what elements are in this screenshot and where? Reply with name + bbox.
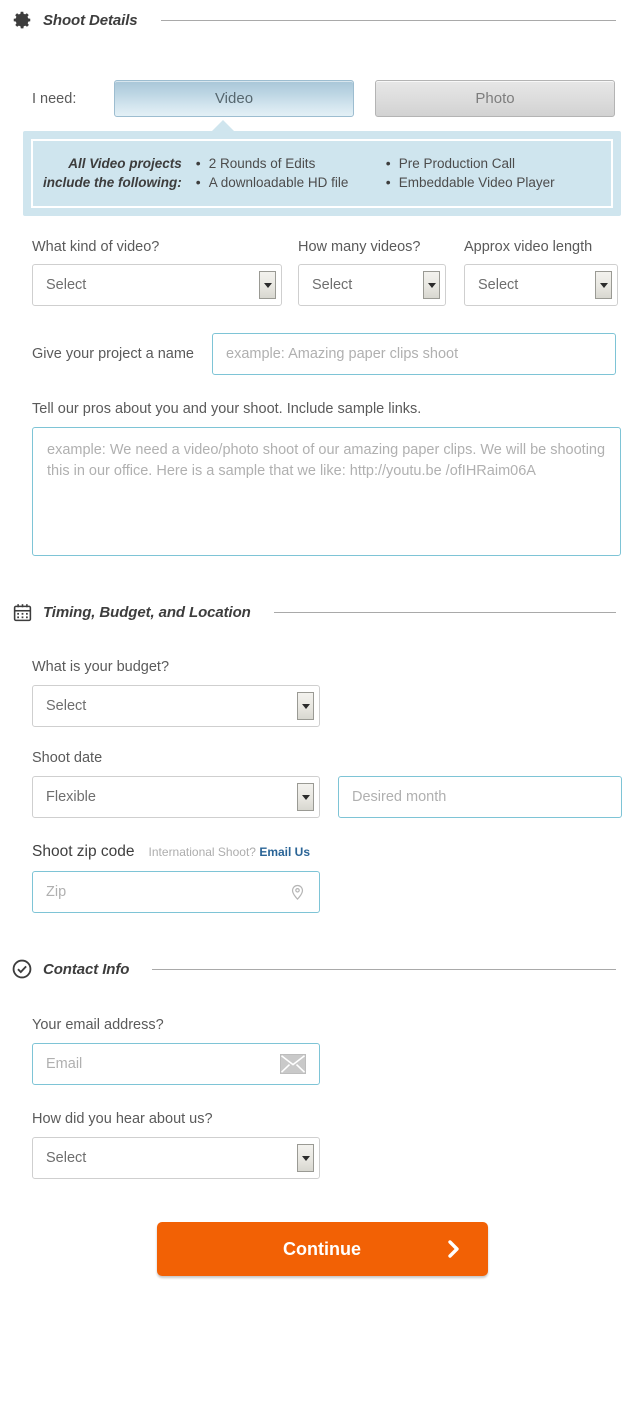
section-divider	[273, 611, 616, 613]
callout-lead-line-1: All Video projects	[68, 156, 182, 171]
section-title: Timing, Budget, and Location	[43, 603, 251, 621]
field-label-email: Your email address?	[32, 1017, 164, 1033]
need-row: I need: Video Photo	[0, 80, 644, 117]
callout-column-1: 2 Rounds of Edits A downloadable HD file	[196, 154, 386, 192]
section-divider	[160, 19, 616, 21]
shoot-date-row: Flexible Desired month	[32, 776, 644, 818]
select-video-kind[interactable]: Select	[32, 264, 282, 306]
continue-button[interactable]: Continue	[156, 1222, 488, 1276]
email-input[interactable]: Email	[32, 1043, 320, 1085]
project-name-placeholder: example: Amazing paper clips shoot	[226, 346, 459, 362]
select-video-count[interactable]: Select	[298, 264, 446, 306]
callout-item: 2 Rounds of Edits	[196, 154, 386, 173]
desired-month-placeholder: Desired month	[352, 789, 447, 805]
project-name-input[interactable]: example: Amazing paper clips shoot	[212, 333, 616, 375]
video-spec-row: What kind of video? Select How many vide…	[0, 239, 644, 306]
select-hear-about-us-value: Select	[46, 1150, 87, 1166]
field-label-budget: What is your budget?	[32, 659, 170, 675]
international-shoot-note: International Shoot? Email Us	[149, 845, 310, 859]
field-label-zip: Shoot zip code	[32, 843, 135, 860]
callout-column-2: Pre Production Call Embeddable Video Pla…	[386, 154, 555, 192]
field-video-count: How many videos? Select	[298, 239, 446, 306]
zip-code-input[interactable]: Zip	[32, 871, 320, 913]
gear-icon	[10, 8, 34, 32]
location-pin-icon	[289, 882, 306, 903]
project-description-textarea[interactable]: example: We need a video/photo shoot of …	[32, 427, 621, 556]
callout-item: Pre Production Call	[386, 154, 555, 173]
section-header-contact: Contact Info	[0, 957, 644, 981]
zip-code-header: Shoot zip code International Shoot? Emai…	[32, 843, 644, 861]
field-label-video-count: How many videos?	[298, 239, 421, 255]
select-budget-value: Select	[46, 698, 87, 714]
need-toggle-video-label: Video	[214, 90, 254, 107]
envelope-icon	[280, 1054, 306, 1074]
field-label-shoot-date: Shoot date	[32, 750, 103, 766]
continue-button-wrap: Continue	[0, 1222, 644, 1276]
chevron-down-icon[interactable]	[297, 783, 314, 811]
timing-fields: What is your budget? Select Shoot date F…	[0, 659, 644, 913]
email-placeholder: Email	[46, 1056, 83, 1072]
field-label-hear-about-us: How did you hear about us?	[32, 1111, 213, 1127]
select-video-count-value: Select	[312, 277, 353, 293]
field-video-kind: What kind of video? Select	[32, 239, 282, 306]
need-toggle-photo-label: Photo	[475, 90, 515, 107]
check-circle-icon	[10, 957, 34, 981]
callout-lead-line-2: include the following:	[43, 175, 182, 190]
calendar-icon	[10, 600, 34, 624]
section-header-timing: Timing, Budget, and Location	[0, 600, 644, 624]
callout-item: Embeddable Video Player	[386, 173, 555, 192]
section-divider	[152, 968, 616, 970]
need-toggle-video[interactable]: Video	[114, 80, 354, 117]
field-video-length: Approx video length Select	[464, 239, 618, 306]
select-video-length[interactable]: Select	[464, 264, 618, 306]
select-budget[interactable]: Select	[32, 685, 320, 727]
desired-month-input[interactable]: Desired month	[338, 776, 622, 818]
zip-code-placeholder: Zip	[46, 884, 67, 900]
select-hear-about-us[interactable]: Select	[32, 1137, 320, 1179]
select-video-length-value: Select	[478, 277, 519, 293]
callout-lead: All Video projects include the following…	[43, 154, 196, 192]
field-label-project-description: Tell our pros about you and your shoot. …	[32, 401, 422, 417]
chevron-down-icon[interactable]	[259, 271, 276, 299]
continue-button-label: Continue	[283, 1238, 361, 1259]
select-video-kind-value: Select	[46, 277, 87, 293]
email-us-link[interactable]: Email Us	[259, 845, 310, 859]
international-shoot-text: International Shoot?	[148, 845, 256, 859]
contact-fields: Your email address? Email How did you he…	[0, 1017, 644, 1179]
chevron-down-icon[interactable]	[297, 1144, 314, 1172]
select-shoot-date-value: Flexible	[46, 789, 96, 805]
need-toggle-photo[interactable]: Photo	[375, 80, 615, 117]
section-title: Shoot Details	[43, 11, 138, 29]
project-description-placeholder: example: We need a video/photo shoot of …	[47, 442, 606, 479]
need-label: I need:	[32, 90, 77, 107]
field-label-video-kind: What kind of video?	[32, 239, 160, 255]
callout-pointer	[211, 120, 235, 132]
chevron-down-icon[interactable]	[423, 271, 440, 299]
callout-item: A downloadable HD file	[196, 173, 386, 192]
chevron-right-icon	[446, 1238, 462, 1260]
section-title: Contact Info	[43, 960, 130, 978]
chevron-down-icon[interactable]	[595, 271, 612, 299]
chevron-down-icon[interactable]	[297, 692, 314, 720]
field-label-project-name: Give your project a name	[32, 346, 194, 362]
video-includes-callout: All Video projects include the following…	[23, 120, 621, 216]
field-project-name: Give your project a name example: Amazin…	[0, 333, 644, 375]
select-shoot-date[interactable]: Flexible	[32, 776, 320, 818]
section-header-shoot-details: Shoot Details	[0, 8, 644, 32]
field-label-video-length: Approx video length	[464, 239, 593, 255]
